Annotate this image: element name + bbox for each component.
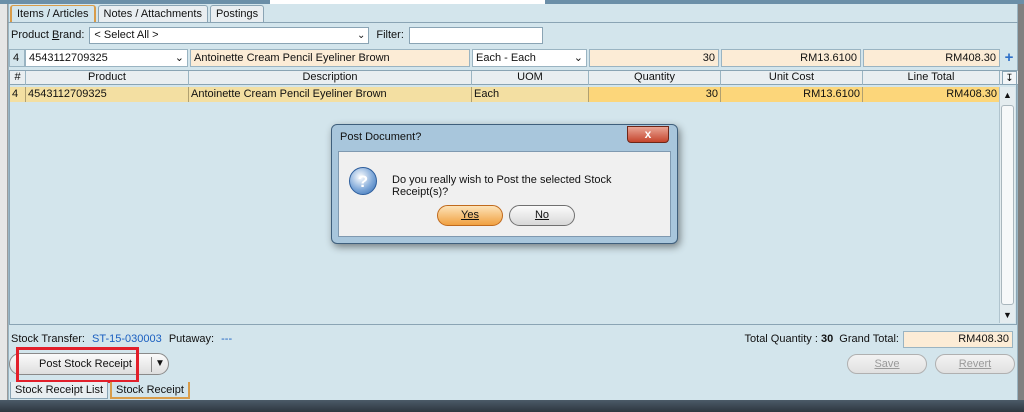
left-panel-edge xyxy=(0,4,8,408)
yes-button[interactable]: Yes xyxy=(437,205,503,226)
total-quantity-label: Total Quantity : xyxy=(744,333,818,345)
row-quantity: 30 xyxy=(589,87,721,102)
action-bar: Post Stock Receipt ▼ Save Revert xyxy=(9,352,1017,378)
entry-row-number: 4 xyxy=(9,49,25,67)
save-button[interactable]: Save xyxy=(847,354,927,374)
entry-quantity[interactable]: 30 xyxy=(589,49,719,67)
close-icon[interactable]: x xyxy=(627,126,669,143)
entry-line-total: RM408.30 xyxy=(863,49,1000,67)
taskbar-strip xyxy=(0,400,1024,412)
dialog-body: ? Do you really wish to Post the selecte… xyxy=(338,151,671,237)
tab-stock-receipt-list[interactable]: Stock Receipt List xyxy=(10,382,109,399)
grand-total-value: RM408.30 xyxy=(903,331,1013,348)
row-number: 4 xyxy=(10,87,26,102)
stock-transfer-label: Stock Transfer: xyxy=(11,333,85,345)
row-uom: Each xyxy=(472,87,589,102)
col-header-description[interactable]: Description xyxy=(189,71,472,85)
col-header-uom[interactable]: UOM xyxy=(472,71,589,85)
revert-button[interactable]: Revert xyxy=(935,354,1015,374)
tab-stock-receipt[interactable]: Stock Receipt xyxy=(110,382,190,399)
grid-header: # Product Description UOM Quantity Unit … xyxy=(10,71,1018,85)
add-line-icon[interactable]: + xyxy=(1002,50,1016,66)
product-brand-label: Product Brand: xyxy=(11,29,85,41)
row-product: 4543112709325 xyxy=(26,87,189,102)
column-chooser-icon[interactable]: ↧ xyxy=(1002,71,1017,85)
filter-label: Filter: xyxy=(376,29,404,41)
entry-uom-select[interactable]: Each - Each ⌄ xyxy=(472,49,587,67)
col-header-unit-cost[interactable]: Unit Cost xyxy=(721,71,863,85)
dialog-message: Do you really wish to Post the selected … xyxy=(392,174,612,198)
highlight-annotation-box xyxy=(16,347,139,383)
filter-row: Product Brand: < Select All > ⌄ Filter: xyxy=(11,26,543,44)
dialog-title: Post Document? xyxy=(340,131,422,143)
entry-description[interactable]: Antoinette Cream Pencil Eyeliner Brown xyxy=(190,49,470,67)
summary-left: Stock Transfer: ST-15-030003 Putaway: --… xyxy=(11,333,232,345)
summary-bar: Stock Transfer: ST-15-030003 Putaway: --… xyxy=(9,331,1017,348)
post-document-dialog: Post Document? x ? Do you really wish to… xyxy=(331,124,678,244)
entry-product-select[interactable]: 4543112709325 ⌄ xyxy=(25,49,188,67)
scrollbar-thumb[interactable] xyxy=(1001,105,1014,305)
putaway-label: Putaway: xyxy=(168,333,215,345)
total-quantity-value: 30 xyxy=(820,333,834,345)
grid-vertical-scrollbar[interactable]: ▲ ▼ xyxy=(999,87,1015,323)
filter-input[interactable] xyxy=(408,26,543,44)
col-header-quantity[interactable]: Quantity xyxy=(589,71,721,85)
scroll-down-icon[interactable]: ▼ xyxy=(1000,308,1015,322)
entry-unit-cost[interactable]: RM13.6100 xyxy=(721,49,861,67)
chevron-down-icon: ⌄ xyxy=(174,52,184,64)
stock-transfer-link[interactable]: ST-15-030003 xyxy=(92,333,162,345)
chevron-down-icon: ⌄ xyxy=(357,29,366,41)
question-icon: ? xyxy=(349,167,377,195)
product-brand-select[interactable]: < Select All > ⌄ xyxy=(89,26,370,44)
row-line-total: RM408.30 xyxy=(863,87,1000,102)
col-header-number[interactable]: # xyxy=(10,71,26,85)
right-panel-edge xyxy=(1018,4,1024,408)
tab-postings[interactable]: Postings xyxy=(209,5,265,22)
top-tab-bar: Items / Articles Notes / Attachments Pos… xyxy=(10,5,266,23)
tab-items-articles[interactable]: Items / Articles xyxy=(10,5,96,23)
table-row[interactable]: 4 4543112709325 Antoinette Cream Pencil … xyxy=(10,87,1000,102)
row-description: Antoinette Cream Pencil Eyeliner Brown xyxy=(189,87,472,102)
grand-total-label: Grand Total: xyxy=(839,333,899,345)
tab-notes-attachments[interactable]: Notes / Attachments xyxy=(97,5,208,22)
chevron-down-icon: ⌄ xyxy=(573,52,583,64)
row-unit-cost: RM13.6100 xyxy=(721,87,863,102)
summary-right: Total Quantity : 30 Grand Total: xyxy=(745,333,899,345)
putaway-link[interactable]: --- xyxy=(221,333,232,345)
col-header-product[interactable]: Product xyxy=(26,71,189,85)
button-separator xyxy=(151,357,152,372)
col-header-line-total[interactable]: Line Total xyxy=(863,71,1000,85)
no-button[interactable]: No xyxy=(509,205,575,226)
scroll-up-icon[interactable]: ▲ xyxy=(1000,88,1015,102)
chevron-down-icon[interactable]: ▼ xyxy=(155,354,165,374)
bottom-tab-bar: Stock Receipt List Stock Receipt xyxy=(10,382,192,399)
